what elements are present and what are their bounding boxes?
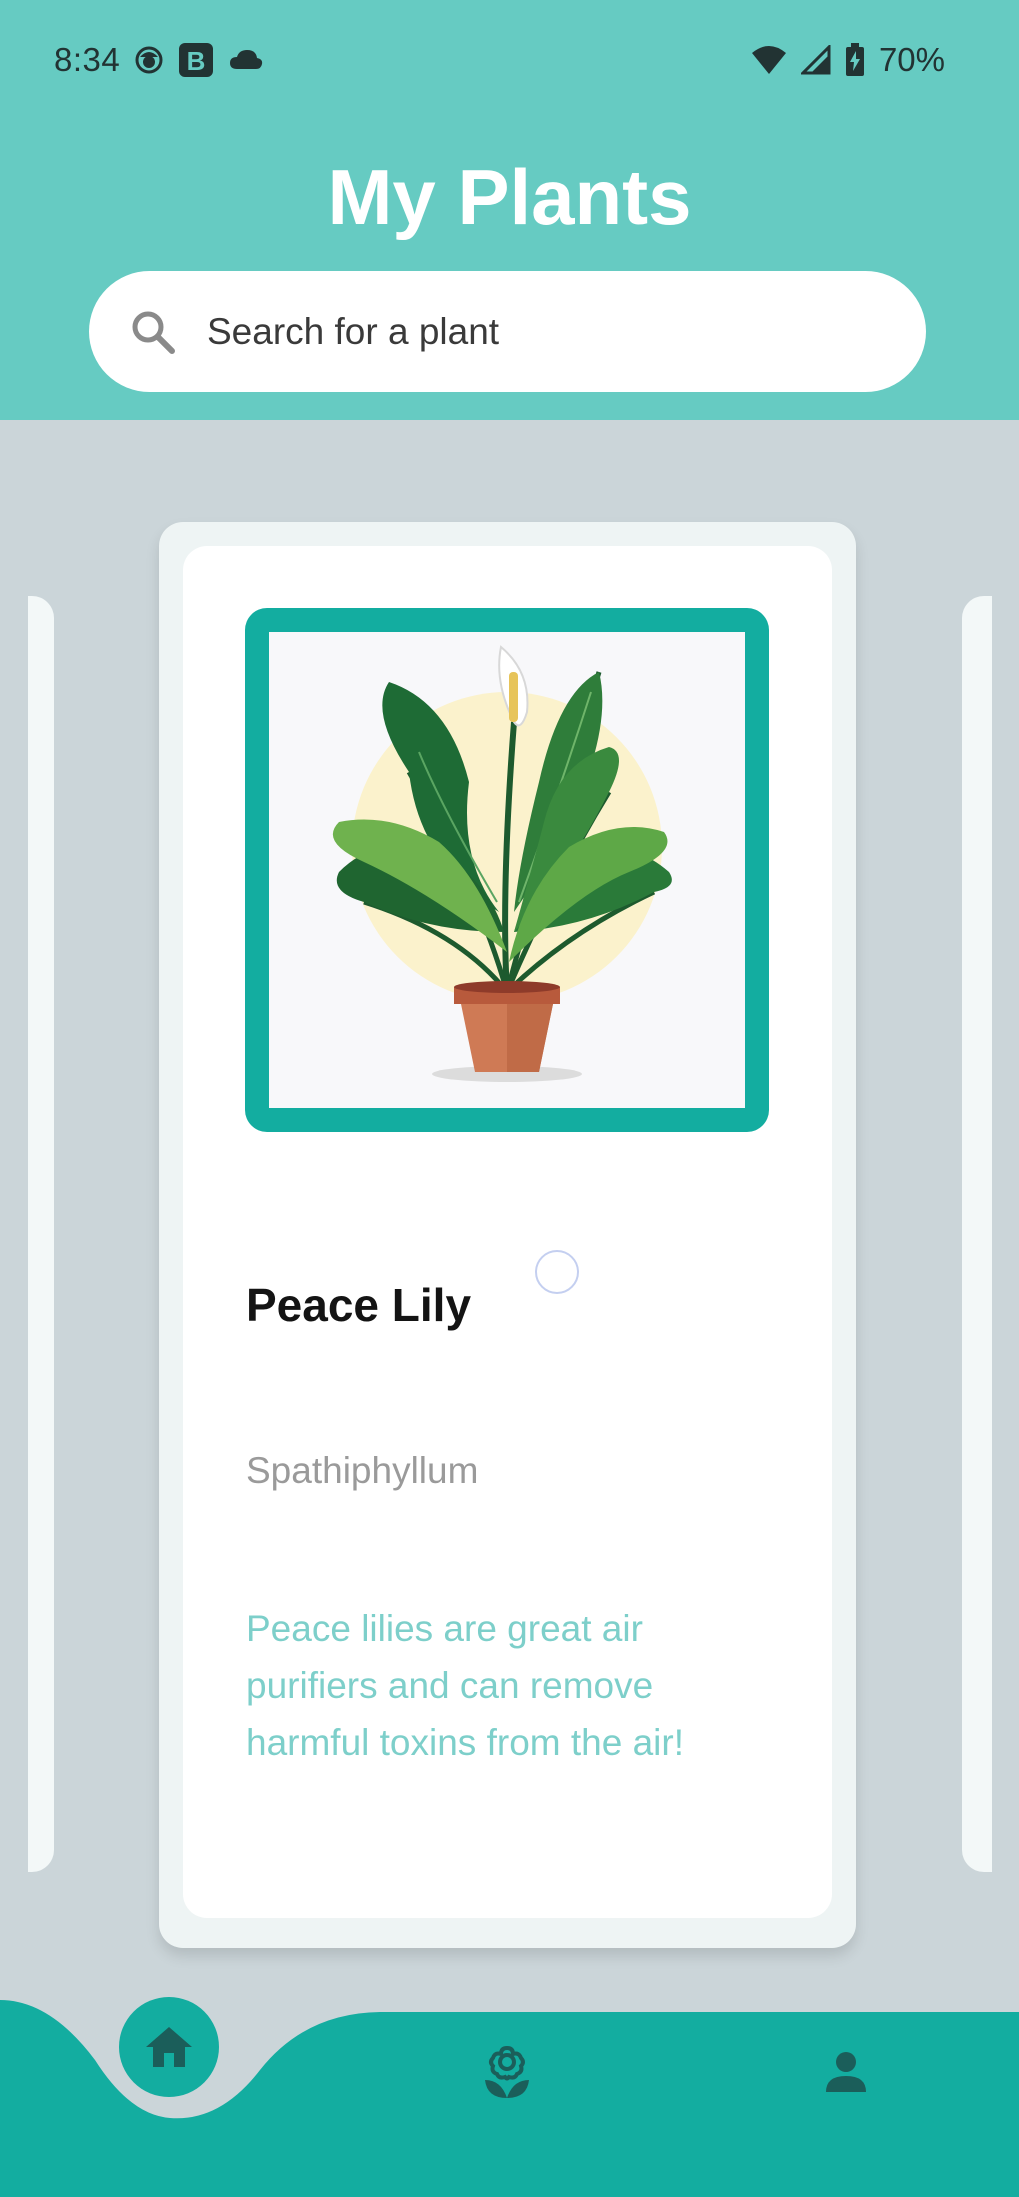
b-app-icon: B [178,42,214,78]
plant-image-frame [245,608,769,1132]
wifi-icon [751,45,787,75]
battery-charging-icon [845,43,865,77]
search-input[interactable]: Search for a plant [89,271,926,392]
page-title: My Plants [327,153,692,241]
svg-text:B: B [187,46,206,76]
plant-scientific-name: Spathiphyllum [246,1450,479,1491]
next-plant-card[interactable] [962,596,992,1872]
nav-profile-button[interactable] [811,2037,881,2107]
face-notification-icon [134,45,164,75]
nav-home-button[interactable] [119,1997,219,2097]
search-icon [125,304,181,360]
cell-signal-icon [800,45,831,75]
person-icon [826,2052,866,2092]
cloud-icon [228,47,264,73]
battery-percentage: 70% [878,41,945,78]
plant-fact: Peace lilies are great air purifiers and… [246,1608,684,1763]
search-placeholder: Search for a plant [207,310,500,352]
nav-plants-button[interactable] [472,2037,542,2107]
home-icon [146,2027,192,2067]
status-time: 8:34 [54,41,121,78]
plant-name: Peace Lily [246,1279,472,1331]
peace-lily-illustration [269,632,745,1108]
header: 8:34 B 70% My Plants Search for a plant [0,0,1019,420]
touch-ripple [535,1250,579,1294]
flower-icon [485,2045,529,2098]
status-bar: 8:34 B 70% [0,0,1019,120]
previous-plant-card[interactable] [28,596,54,1872]
